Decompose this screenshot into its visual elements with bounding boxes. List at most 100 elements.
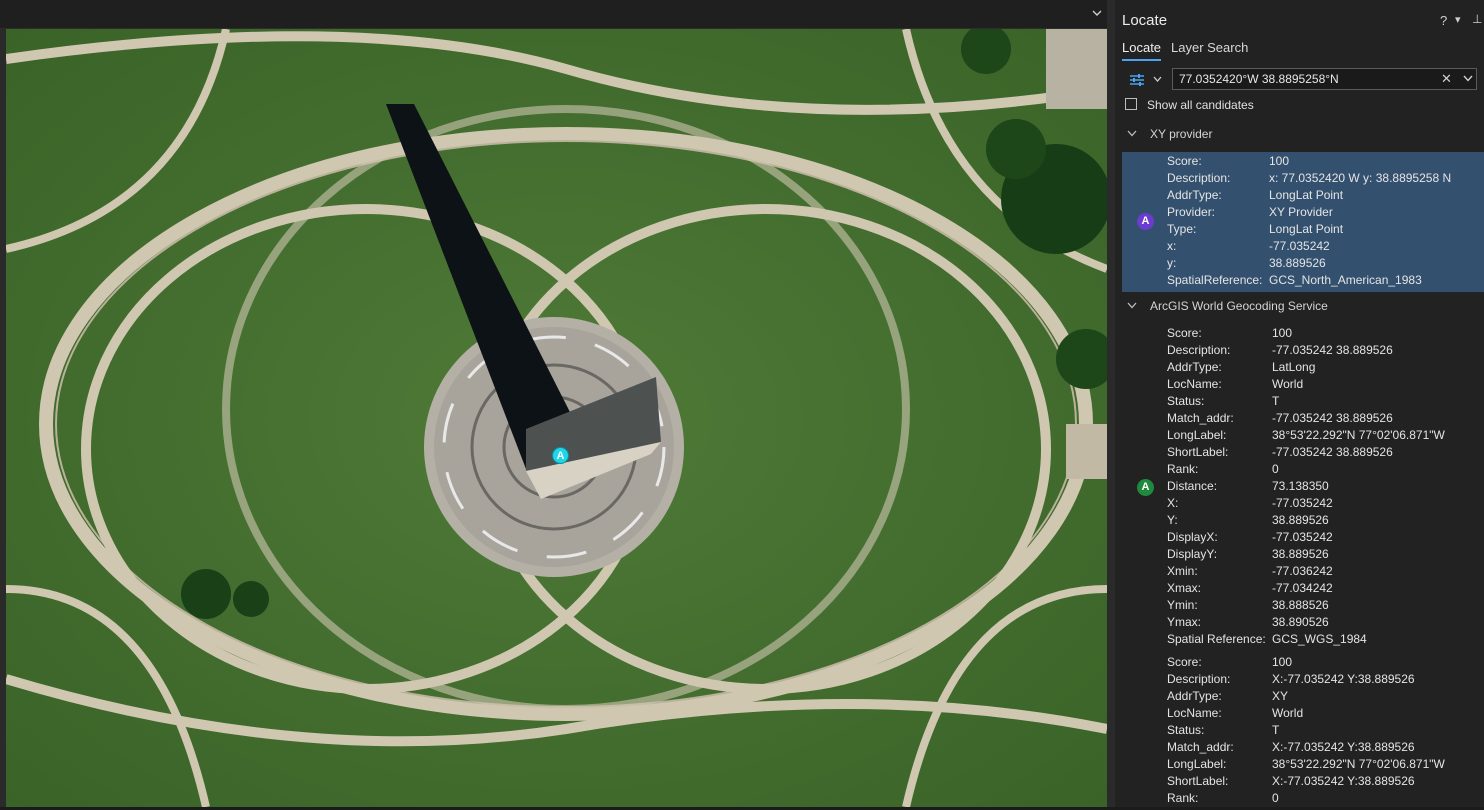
field-value: -77.035242 38.889526: [1272, 343, 1393, 357]
field-key: LocName:: [1167, 377, 1222, 391]
tab-layer-search[interactable]: Layer Search: [1171, 40, 1248, 55]
field-value: 38.889526: [1272, 513, 1329, 527]
field-key: Status:: [1167, 394, 1205, 408]
pane-options-icon[interactable]: ▾: [1455, 13, 1461, 26]
field-value: 38.889526: [1269, 256, 1326, 270]
tab-locate[interactable]: Locate: [1122, 40, 1161, 55]
clear-icon[interactable]: ✕: [1441, 71, 1452, 87]
group-header-label: XY provider: [1150, 127, 1213, 141]
field-value: 100: [1272, 326, 1293, 340]
field-value: 38.890526: [1272, 615, 1329, 629]
chevron-down-icon[interactable]: [1127, 302, 1137, 309]
field-key: Status:: [1167, 723, 1205, 737]
field-value: World: [1272, 377, 1304, 391]
chevron-down-icon[interactable]: [1463, 75, 1473, 82]
field-key: LongLabel:: [1167, 757, 1227, 771]
field-key: x:: [1167, 239, 1177, 253]
field-key: Match_addr:: [1167, 740, 1234, 754]
group-header-label: ArcGIS World Geocoding Service: [1150, 299, 1328, 313]
field-value: LatLong: [1272, 360, 1316, 374]
help-icon[interactable]: ?: [1440, 13, 1447, 28]
field-key: ShortLabel:: [1167, 445, 1229, 459]
pin-icon[interactable]: ⊥: [1472, 12, 1482, 26]
field-value: T: [1272, 394, 1280, 408]
field-key: Provider:: [1167, 205, 1216, 219]
field-value: -77.035242: [1269, 239, 1330, 253]
field-value: 38.888526: [1272, 598, 1329, 612]
field-value: -77.034242: [1272, 581, 1333, 595]
field-value: 38.889526: [1272, 547, 1329, 561]
field-key: Xmin:: [1167, 564, 1198, 578]
field-value: 0: [1272, 462, 1279, 476]
field-key: Score:: [1167, 326, 1202, 340]
field-value: 38°53'22.292"N 77°02'06.871"W: [1272, 428, 1445, 442]
field-value: LongLat Point: [1269, 188, 1344, 202]
satellite-imagery: [6, 29, 1107, 807]
pane-title: Locate: [1122, 12, 1168, 29]
field-value: -77.035242 38.889526: [1272, 411, 1393, 425]
field-key: Rank:: [1167, 462, 1199, 476]
chevron-down-icon: [1153, 76, 1162, 82]
map-view[interactable]: A: [6, 29, 1107, 807]
field-key: Rank:: [1167, 791, 1199, 805]
field-key: Spatial Reference:: [1167, 632, 1266, 646]
chevron-down-icon[interactable]: [1092, 8, 1102, 18]
field-value: 100: [1269, 154, 1290, 168]
field-key: LongLabel:: [1167, 428, 1227, 442]
locate-search-input[interactable]: [1179, 71, 1429, 87]
field-value: XY: [1272, 689, 1289, 703]
field-key: AddrType:: [1167, 188, 1222, 202]
candidate-result[interactable]: A Score: 100 Description: -77.035242 38.8895…: [1122, 324, 1484, 651]
show-all-candidates-label: Show all candidates: [1147, 98, 1254, 112]
field-key: Type:: [1167, 222, 1197, 236]
field-key: ShortLabel:: [1167, 774, 1229, 788]
field-value: 100: [1272, 655, 1293, 669]
candidate-result[interactable]: A Score: 100 Description: x: 77.0352420 W y:…: [1122, 152, 1484, 292]
pane-splitter[interactable]: [1107, 0, 1115, 807]
field-value: -77.036242: [1272, 564, 1333, 578]
field-value: XY Provider: [1269, 205, 1333, 219]
field-key: Description:: [1167, 672, 1231, 686]
map-candidate-marker[interactable]: A: [552, 447, 569, 464]
field-key: DisplayY:: [1167, 547, 1218, 561]
field-value: 0: [1272, 791, 1279, 805]
field-key: Xmax:: [1167, 581, 1202, 595]
field-value: LongLat Point: [1269, 222, 1344, 236]
field-value: -77.035242 38.889526: [1272, 445, 1393, 459]
chevron-down-icon[interactable]: [1127, 130, 1137, 137]
settings-sliders-icon: [1130, 74, 1144, 86]
field-key: AddrType:: [1167, 689, 1222, 703]
field-key: LocName:: [1167, 706, 1222, 720]
field-value: GCS_North_American_1983: [1269, 273, 1422, 287]
field-value: X:-77.035242 Y:38.889526: [1272, 740, 1415, 754]
show-all-candidates-checkbox[interactable]: [1125, 98, 1137, 110]
field-value: T: [1272, 723, 1280, 737]
active-tab-indicator: [1122, 59, 1161, 61]
field-value: GCS_WGS_1984: [1272, 632, 1367, 646]
field-key: y:: [1167, 256, 1177, 270]
field-key: Ymax:: [1167, 615, 1202, 629]
field-value: -77.035242: [1272, 496, 1333, 510]
field-key: AddrType:: [1167, 360, 1222, 374]
field-key: Match_addr:: [1167, 411, 1234, 425]
candidate-badge: A: [1137, 479, 1154, 496]
field-key: Description:: [1167, 343, 1231, 357]
field-key: SpatialReference:: [1167, 273, 1263, 287]
field-value: X:-77.035242 Y:38.889526: [1272, 774, 1415, 788]
candidate-result[interactable]: Score: 100 Description: X:-77.035242 Y:38.8…: [1122, 653, 1484, 810]
field-key: Y:: [1167, 513, 1178, 527]
field-key: X:: [1167, 496, 1179, 510]
field-key: Score:: [1167, 655, 1202, 669]
field-value: 73.138350: [1272, 479, 1329, 493]
field-key: DisplayX:: [1167, 530, 1218, 544]
field-value: X:-77.035242 Y:38.889526: [1272, 672, 1415, 686]
candidate-badge: A: [1137, 213, 1154, 230]
field-value: x: 77.0352420 W y: 38.8895258 N: [1269, 171, 1452, 185]
field-key: Ymin:: [1167, 598, 1198, 612]
locate-pane: Locate ? ▾ ⊥ Locate Layer Search ✕ Show …: [1115, 0, 1484, 807]
field-value: World: [1272, 706, 1304, 720]
field-value: 38°53'22.292"N 77°02'06.871"W: [1272, 757, 1445, 771]
locator-settings-button[interactable]: [1125, 69, 1165, 91]
field-value: -77.035242: [1272, 530, 1333, 544]
locate-search-box[interactable]: ✕: [1172, 68, 1477, 90]
